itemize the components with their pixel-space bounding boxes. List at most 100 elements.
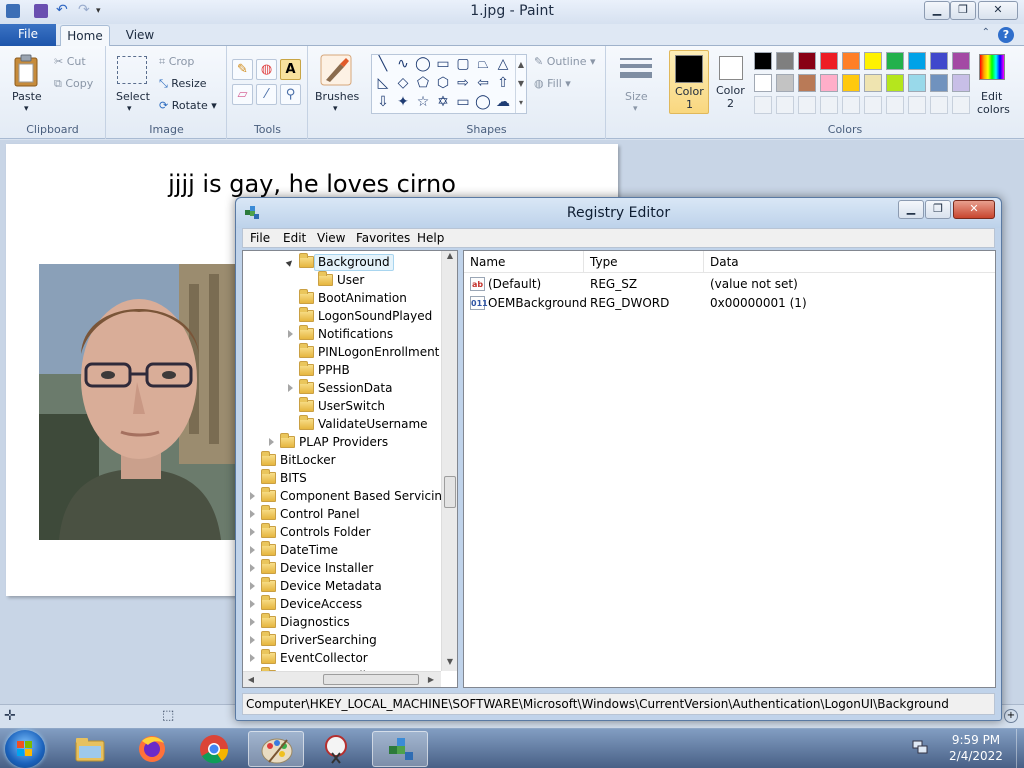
tree-node[interactable]: PPHB	[243, 361, 443, 379]
tree-node[interactable]: DateTime	[243, 541, 443, 559]
four-point-star-shape-icon[interactable]: ✦	[394, 94, 412, 112]
custom-color-slot[interactable]	[952, 96, 970, 114]
select-icon[interactable]	[117, 56, 147, 84]
color2-button[interactable]: Color 2	[713, 50, 751, 114]
taskbar-chrome-button[interactable]	[186, 731, 242, 767]
palette-swatch[interactable]	[842, 74, 860, 92]
palette-swatch[interactable]	[842, 52, 860, 70]
up-arrow-shape-icon[interactable]: ⇧	[494, 75, 512, 93]
palette-swatch[interactable]	[864, 74, 882, 92]
custom-color-slot[interactable]	[798, 96, 816, 114]
menu-file[interactable]: File	[250, 231, 270, 245]
tree-node[interactable]: Component Based Servicing	[243, 487, 450, 505]
paint-close-button[interactable]: ✕	[978, 1, 1018, 20]
right-arrow-shape-icon[interactable]: ⇨	[454, 75, 472, 93]
edit-colors-label[interactable]: Edit	[981, 90, 1002, 103]
custom-color-slot[interactable]	[820, 96, 838, 114]
paste-button[interactable]: Paste	[12, 90, 42, 103]
paint-minimize-button[interactable]: ▁	[924, 1, 950, 20]
tree-node[interactable]: User	[243, 271, 443, 289]
color1-button[interactable]: Color 1	[669, 50, 709, 114]
left-arrow-shape-icon[interactable]: ⇦	[474, 75, 492, 93]
edit-colors-icon[interactable]	[979, 54, 1005, 80]
rectangle-shape-icon[interactable]: ▭	[434, 56, 452, 74]
size-dropdown-icon[interactable]: ▾	[633, 104, 638, 114]
down-arrow-shape-icon[interactable]: ⇩	[374, 94, 392, 112]
magnifier-icon[interactable]: ⚲	[280, 84, 301, 105]
collapsed-arrow-icon[interactable]	[250, 618, 255, 626]
scroll-down-icon[interactable]: ▼	[442, 657, 457, 666]
right-triangle-shape-icon[interactable]: ◺	[374, 75, 392, 93]
paste-dropdown-icon[interactable]: ▾	[24, 104, 29, 114]
palette-swatch[interactable]	[908, 74, 926, 92]
column-type[interactable]: Type	[584, 251, 704, 273]
tree-node[interactable]: Control Panel	[243, 505, 443, 523]
palette-swatch[interactable]	[820, 74, 838, 92]
custom-color-slot[interactable]	[842, 96, 860, 114]
collapsed-arrow-icon[interactable]	[288, 384, 293, 392]
palette-swatch[interactable]	[754, 74, 772, 92]
value-row[interactable]: 011 OEMBackground REG_DWORD 0x00000001 (1)	[464, 294, 995, 313]
tree-node[interactable]: ValidateUsername	[243, 415, 443, 433]
palette-swatch[interactable]	[886, 52, 904, 70]
show-desktop-button[interactable]	[1016, 729, 1024, 768]
start-button[interactable]	[5, 730, 45, 768]
file-tab[interactable]: File	[0, 24, 56, 46]
cloud-callout-shape-icon[interactable]: ☁	[494, 94, 512, 112]
fill-button[interactable]: ◍ Fill ▾	[534, 77, 571, 90]
tree-node[interactable]: PLAP Providers	[243, 433, 443, 451]
tree-node[interactable]: Notifications	[243, 325, 443, 343]
palette-swatch[interactable]	[798, 74, 816, 92]
five-point-star-shape-icon[interactable]: ☆	[414, 94, 432, 112]
tab-home[interactable]: Home	[60, 25, 110, 47]
taskbar-regedit-button[interactable]	[372, 731, 428, 767]
palette-swatch[interactable]	[798, 52, 816, 70]
palette-swatch[interactable]	[820, 52, 838, 70]
zoom-in-icon[interactable]: +	[1004, 709, 1018, 723]
column-data[interactable]: Data	[704, 251, 994, 273]
palette-swatch[interactable]	[776, 74, 794, 92]
collapsed-arrow-icon[interactable]	[250, 546, 255, 554]
six-point-star-shape-icon[interactable]: ✡	[434, 94, 452, 112]
select-button[interactable]: Select	[116, 90, 150, 103]
diamond-shape-icon[interactable]: ◇	[394, 75, 412, 93]
edit-colors-label-2[interactable]: colors	[977, 103, 1010, 116]
menu-edit[interactable]: Edit	[283, 231, 306, 245]
tree-horizontal-scrollbar[interactable]: ◀ ▶	[243, 671, 441, 687]
tree-node[interactable]: Device Installer	[243, 559, 443, 577]
outline-button[interactable]: ✎ Outline ▾	[534, 55, 596, 68]
tree-node[interactable]: LogonSoundPlayed	[243, 307, 443, 325]
collapsed-arrow-icon[interactable]	[269, 438, 274, 446]
collapsed-arrow-icon[interactable]	[250, 492, 255, 500]
tree-node[interactable]: DriverSearching	[243, 631, 443, 649]
tree-node[interactable]: BitLocker	[243, 451, 443, 469]
paint-maximize-button[interactable]: ❐	[950, 1, 976, 20]
tree-node[interactable]: Controls Folder	[243, 523, 443, 541]
expanded-arrow-icon[interactable]	[285, 256, 297, 267]
scroll-right-icon[interactable]: ▶	[423, 675, 439, 684]
brushes-dropdown-icon[interactable]: ▾	[333, 104, 338, 114]
custom-color-slot[interactable]	[930, 96, 948, 114]
custom-color-slot[interactable]	[864, 96, 882, 114]
regedit-minimize-button[interactable]: ▁	[898, 200, 924, 219]
taskbar-snipping-button[interactable]	[310, 731, 366, 767]
tree-vertical-scrollbar[interactable]: ▲ ▼	[441, 251, 457, 671]
oval-callout-shape-icon[interactable]: ◯	[474, 94, 492, 112]
size-button[interactable]: Size	[625, 90, 648, 103]
oval-shape-icon[interactable]: ◯	[414, 56, 432, 74]
copy-button[interactable]: ⧉ Copy	[54, 77, 93, 91]
paste-icon[interactable]	[12, 54, 40, 88]
brushes-button[interactable]: Brushes	[315, 90, 359, 103]
palette-swatch[interactable]	[864, 52, 882, 70]
collapsed-arrow-icon[interactable]	[250, 528, 255, 536]
brushes-icon[interactable]	[320, 54, 352, 86]
collapsed-arrow-icon[interactable]	[250, 654, 255, 662]
custom-color-slot[interactable]	[754, 96, 772, 114]
color-picker-icon[interactable]: ⁄	[256, 84, 277, 105]
resize-button[interactable]: ⤡ Resize	[159, 77, 207, 91]
network-icon[interactable]	[912, 739, 928, 755]
tree-node[interactable]: BITS	[243, 469, 443, 487]
regedit-close-button[interactable]: ✕	[953, 200, 995, 219]
collapsed-arrow-icon[interactable]	[250, 600, 255, 608]
palette-swatch[interactable]	[930, 74, 948, 92]
